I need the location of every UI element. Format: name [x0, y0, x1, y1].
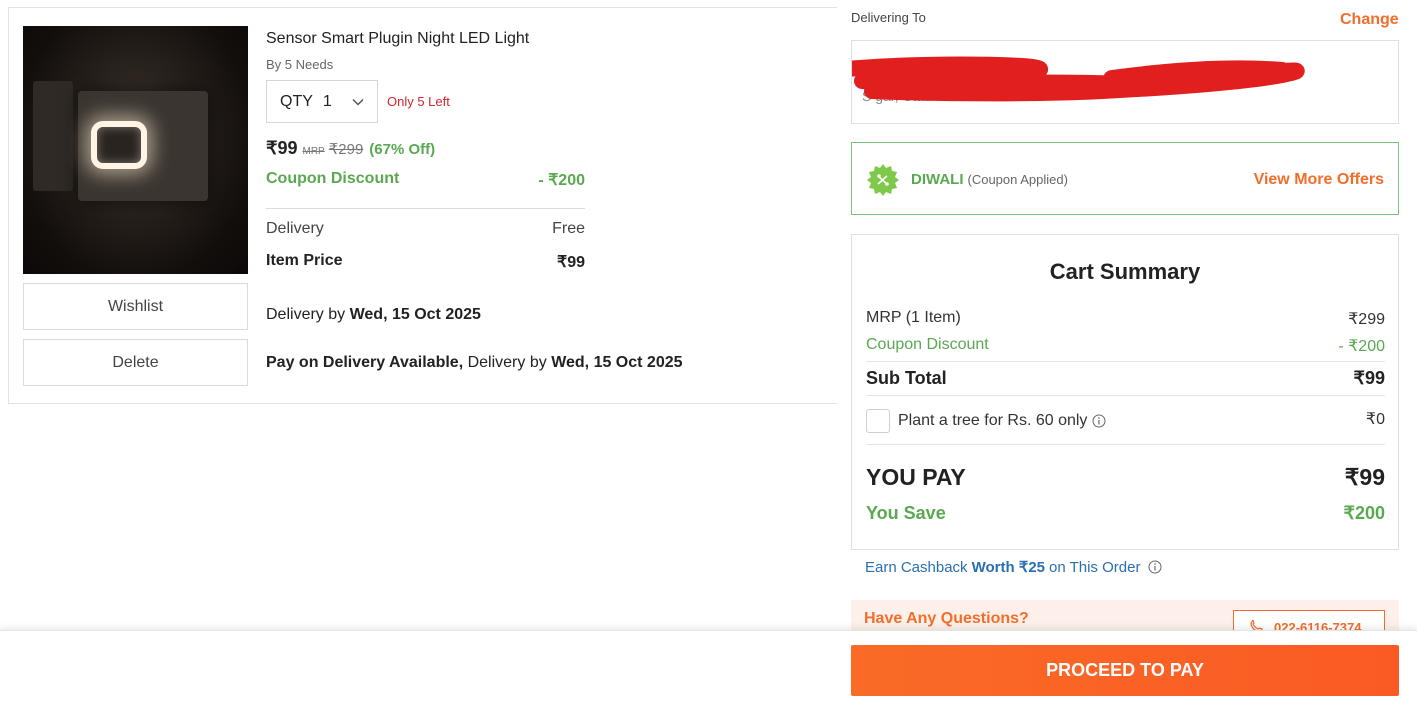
- info-icon[interactable]: [1092, 414, 1106, 428]
- product-title[interactable]: Sensor Smart Plugin Night LED Light: [266, 30, 529, 48]
- item-price-value: ₹99: [557, 254, 585, 271]
- coupon-discount-value: - ₹200: [538, 172, 585, 189]
- summary-divider: [866, 395, 1385, 396]
- summary-divider: [866, 361, 1385, 362]
- discount-percent: (67% Off): [369, 141, 436, 158]
- summary-mrp-label: MRP (1 Item): [866, 309, 961, 326]
- summary-subtotal-value: ₹99: [1353, 368, 1385, 388]
- summary-coupon-row: Coupon Discount - ₹200: [866, 336, 1385, 356]
- support-phone-number: 022-6116-7374: [1274, 620, 1362, 630]
- night-light: [91, 121, 147, 169]
- cashback-prefix: Earn Cashback: [865, 558, 968, 576]
- redaction-scribble: [852, 56, 1305, 102]
- coupon-code: DIWALI (Coupon Applied): [911, 171, 1068, 188]
- delete-button[interactable]: Delete: [23, 339, 248, 386]
- delivering-to-heading: Delivering To: [851, 10, 926, 25]
- chevron-down-icon: [352, 98, 364, 106]
- summary-coupon-label: Coupon Discount: [866, 336, 989, 353]
- pay-on-delivery-note: Pay on Delivery Available, Delivery by W…: [266, 354, 683, 372]
- cashback-note: Earn Cashback Worth ₹25 on This Order: [865, 558, 1162, 576]
- delivery-by-date: Wed, 15 Oct 2025: [349, 306, 481, 323]
- plant-tree-label: Plant a tree for Rs. 60 only: [898, 412, 1088, 429]
- pod-delivery-label: Delivery by: [467, 354, 547, 371]
- qty-label: QTY: [280, 92, 313, 110]
- view-more-offers-link[interactable]: View More Offers: [1254, 171, 1384, 189]
- phone-icon: [1250, 620, 1263, 630]
- plant-tree-value: ₹0: [1365, 411, 1385, 428]
- quantity-select[interactable]: QTY 1: [266, 80, 378, 123]
- cashback-amount: Worth ₹25: [971, 559, 1046, 576]
- summary-divider: [866, 444, 1385, 445]
- call-support-button[interactable]: 022-6116-7374: [1233, 610, 1385, 630]
- coupon-discount-label: Coupon Discount: [266, 170, 400, 187]
- cart-summary-title: Cart Summary: [1049, 259, 1201, 284]
- address-box: S gar, Uttar Pradesh: [851, 40, 1399, 124]
- change-address-link[interactable]: Change: [1340, 11, 1399, 29]
- wall-plate-left: [33, 81, 73, 191]
- delivery-label: Delivery: [266, 220, 324, 237]
- stock-note: Only 5 Left: [387, 94, 450, 109]
- coupon-badge-icon: [867, 164, 899, 196]
- coupon-status: (Coupon Applied): [967, 172, 1068, 187]
- plant-tree-checkbox[interactable]: [866, 409, 890, 433]
- coupon-discount-row: Coupon Discount - ₹200: [266, 170, 585, 190]
- proceed-to-pay-button[interactable]: PROCEED TO PAY: [851, 645, 1399, 696]
- summary-subtotal-row: Sub Total ₹99: [866, 368, 1385, 389]
- qty-value: 1: [322, 92, 332, 110]
- price-current: ₹99: [266, 138, 298, 158]
- help-question: Have Any Questions?: [864, 610, 1029, 627]
- cashback-suffix: on This Order: [1049, 558, 1141, 576]
- info-icon[interactable]: [1148, 560, 1162, 574]
- price-row: ₹99 MRP ₹299 (67% Off): [266, 138, 435, 159]
- item-price-label: Item Price: [266, 252, 343, 269]
- product-brand: By 5 Needs: [266, 57, 334, 72]
- you-save-label: You Save: [866, 503, 946, 523]
- plant-tree-row: Plant a tree for Rs. 60 only ₹0: [866, 409, 1385, 433]
- checkout-bar: PROCEED TO PAY: [0, 630, 1417, 703]
- you-pay-row: YOU PAY ₹99: [866, 464, 1385, 491]
- delivery-by-label: Delivery by: [266, 306, 346, 323]
- summary-mrp-row: MRP (1 Item) ₹299: [866, 309, 1385, 329]
- help-box: Have Any Questions? 022-6116-7374: [851, 600, 1399, 630]
- delivery-row: Delivery Free: [266, 220, 585, 238]
- wishlist-button[interactable]: Wishlist: [23, 283, 248, 330]
- coupon-box: DIWALI (Coupon Applied) View More Offers: [851, 142, 1399, 215]
- delivery-estimate: Delivery by Wed, 15 Oct 2025: [266, 306, 481, 324]
- cart-summary: Cart Summary MRP (1 Item) ₹299 Coupon Di…: [851, 234, 1399, 550]
- you-pay-label: YOU PAY: [866, 464, 966, 490]
- pod-label: Pay on Delivery Available,: [266, 354, 464, 371]
- summary-mrp-value: ₹299: [1348, 311, 1385, 328]
- you-pay-value: ₹99: [1344, 464, 1385, 490]
- delivery-value: Free: [552, 220, 585, 237]
- product-image[interactable]: [23, 26, 248, 274]
- you-save-row: You Save ₹200: [866, 503, 1385, 524]
- item-price-row: Item Price ₹99: [266, 252, 585, 272]
- divider: [266, 208, 585, 209]
- mrp-label: MRP: [302, 146, 325, 157]
- summary-subtotal-label: Sub Total: [866, 368, 947, 388]
- you-save-value: ₹200: [1343, 503, 1385, 523]
- coupon-code-text: DIWALI: [911, 171, 964, 188]
- summary-coupon-value: - ₹200: [1338, 338, 1385, 355]
- mrp-value: ₹299: [328, 141, 364, 158]
- pod-date: Wed, 15 Oct 2025: [551, 354, 683, 371]
